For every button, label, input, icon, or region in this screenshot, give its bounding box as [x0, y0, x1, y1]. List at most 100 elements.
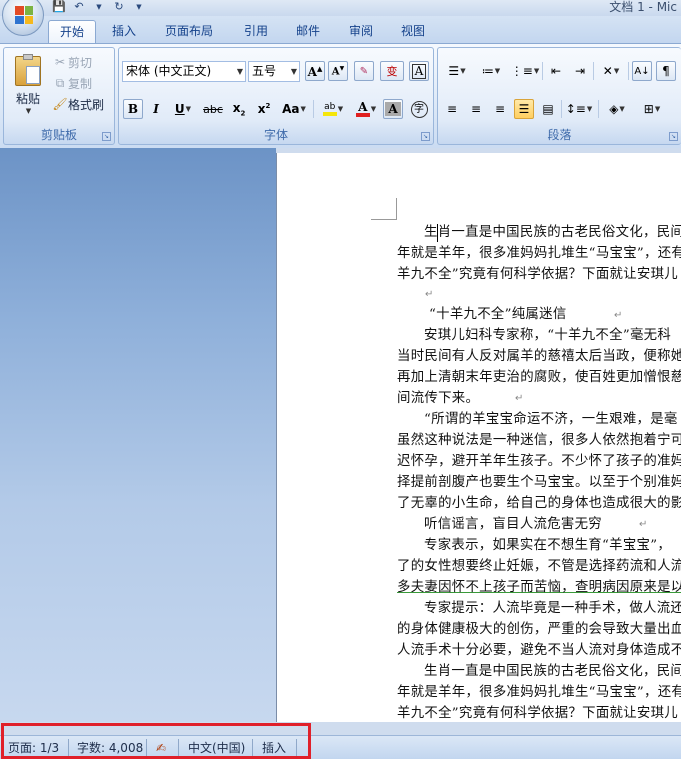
format-painter-label: 格式刷 — [68, 97, 105, 112]
subscript-button[interactable]: x2 — [229, 99, 249, 119]
line-spacing-button[interactable]: ↕≡ ▼ — [564, 99, 594, 119]
distributed-button[interactable]: ▤ — [538, 99, 558, 119]
status-insert-mode[interactable]: 插入 — [262, 740, 286, 756]
chevron-down-icon: ▼ — [290, 67, 297, 76]
enclose-characters-icon: 字 — [410, 100, 428, 118]
italic-button[interactable]: I — [146, 99, 166, 119]
align-center-icon: ≡ — [470, 102, 482, 116]
line-spacing-icon: ↕≡ — [565, 102, 586, 116]
document-page[interactable]: 生肖一直是中国民族的古老民俗文化，民间 年就是羊年，很多准妈妈扎堆生“马宝宝”，… — [276, 153, 681, 722]
proofing-status-icon[interactable]: ✍ — [156, 740, 166, 756]
shrink-font-button[interactable]: A▼ — [328, 61, 348, 81]
tab-mailings[interactable]: 邮件 — [288, 20, 328, 43]
character-border-icon: A — [411, 63, 427, 79]
increase-indent-button[interactable]: ⇥ — [570, 61, 590, 81]
status-word-count[interactable]: 字数: 4,008 — [77, 740, 143, 756]
ribbon: 粘贴 ▼ ✂ 剪切 ⧉ 复制 🖌 格式刷 剪贴板 ↘ 宋体 (中文正文) ▼ 五… — [0, 43, 681, 148]
bold-button[interactable]: B — [123, 99, 143, 119]
save-icon[interactable]: 💾 — [52, 1, 66, 13]
chevron-down-icon: ▼ — [586, 105, 593, 113]
grow-font-button[interactable]: A▲ — [305, 61, 325, 81]
character-border-button[interactable]: A — [409, 61, 429, 81]
copy-button[interactable]: ⧉ 复制 — [52, 74, 92, 92]
font-size-combo[interactable]: 五号 ▼ — [248, 61, 300, 82]
italic-icon: I — [153, 102, 159, 116]
borders-button[interactable]: ⊞ ▼ — [636, 99, 668, 119]
paragraph-dialog-launcher-icon[interactable]: ↘ — [669, 132, 678, 141]
separator — [313, 100, 314, 118]
clear-formatting-button[interactable]: ✎ — [354, 61, 374, 81]
chinese-layout-button[interactable]: ✕ ▼ — [596, 61, 626, 81]
doc-line: 了无辜的小生命，给自己的身体也造成很大的影 — [397, 496, 681, 511]
shading-button[interactable]: ◈ ▼ — [601, 99, 633, 119]
eraser-icon: ✎ — [359, 65, 369, 77]
separator — [178, 739, 179, 757]
tab-view[interactable]: 视图 — [393, 20, 433, 43]
cut-button[interactable]: ✂ 剪切 — [52, 53, 92, 71]
multilevel-list-icon: ⋮≡ — [510, 64, 533, 78]
shrink-font-icon: A▼ — [331, 64, 345, 78]
superscript-icon: x2 — [257, 102, 271, 116]
paste-button[interactable]: 粘贴 ▼ — [8, 52, 48, 118]
copy-label: 复制 — [68, 76, 93, 91]
change-case-button[interactable]: Aa ▼ — [279, 99, 309, 119]
character-shading-button[interactable]: A — [383, 99, 403, 119]
font-dialog-launcher-icon[interactable]: ↘ — [421, 132, 430, 141]
clipboard-group-label: 剪贴板 — [40, 128, 77, 142]
tab-insert[interactable]: 插入 — [104, 20, 144, 43]
chevron-down-icon[interactable]: ▼ — [92, 1, 106, 13]
font-name-combo[interactable]: 宋体 (中文正文) ▼ — [122, 61, 246, 82]
multilevel-list-button[interactable]: ⋮≡ ▼ — [510, 61, 540, 81]
separator — [561, 100, 562, 118]
underline-button[interactable]: U ▼ — [169, 99, 197, 119]
decrease-indent-button[interactable]: ⇤ — [546, 61, 566, 81]
redo-icon[interactable]: ↻ — [112, 1, 126, 13]
doc-line: 专家提示：人流毕竟是一种手术，做人流还 — [424, 601, 681, 616]
numbering-button[interactable]: ≔ ▼ — [476, 61, 506, 81]
clipboard-dialog-launcher-icon[interactable]: ↘ — [102, 132, 111, 141]
tab-home[interactable]: 开始 — [48, 20, 96, 43]
format-painter-button[interactable]: 🖌 格式刷 — [52, 95, 104, 113]
chinese-layout-icon: ✕ — [602, 64, 613, 78]
doc-line: 再加上清朝末年吏治的腐败，使百姓更加憎恨慈 — [397, 370, 681, 385]
undo-icon[interactable]: ↶ — [72, 1, 86, 13]
doc-heading: 听信谣言，盲目人流危害无穷 — [424, 517, 602, 532]
superscript-button[interactable]: x2 — [254, 99, 274, 119]
font-group: 宋体 (中文正文) ▼ 五号 ▼ A▲ A▼ ✎ 变 A B I U ▼ abc … — [118, 47, 434, 145]
align-center-button[interactable]: ≡ — [466, 99, 486, 119]
customize-qat-icon[interactable]: ▼ — [132, 1, 146, 13]
change-case-icon: Aa — [282, 102, 300, 116]
paint-bucket-icon: ◈ — [609, 102, 619, 116]
paragraph-group: ☰ ▼ ≔ ▼ ⋮≡ ▼ ⇤ ⇥ ✕ ▼ A↓ ¶ ≡ ≡ ≡ ☰ ▤ ↕≡ ▼ ◈ ▼ ⊞… — [437, 47, 681, 145]
grow-font-icon: A▲ — [307, 63, 323, 79]
phonetic-guide-icon: 变 — [386, 65, 398, 78]
bullets-button[interactable]: ☰ ▼ — [442, 61, 472, 81]
doc-line: 羊九不全”究竟有何科学依据？下面就让安琪儿 — [397, 706, 678, 721]
font-size-value: 五号 — [252, 64, 277, 78]
doc-line: 人流手术十分必要，避免不当人流对身体造成不 — [397, 643, 681, 658]
align-right-button[interactable]: ≡ — [490, 99, 510, 119]
strikethrough-button[interactable]: abc — [201, 99, 225, 119]
enclose-characters-button[interactable]: 字 — [409, 99, 429, 119]
phonetic-guide-button[interactable]: 变 — [380, 61, 404, 81]
tab-page-layout[interactable]: 页面布局 — [156, 20, 222, 43]
show-hide-marks-button[interactable]: ¶ — [656, 61, 676, 81]
separator — [252, 739, 253, 757]
scissors-icon: ✂ — [54, 55, 66, 69]
font-color-button[interactable]: A ▼ — [351, 99, 381, 119]
text-highlight-button[interactable]: ab ▼ — [317, 99, 349, 119]
tab-review[interactable]: 审阅 — [341, 20, 381, 43]
chevron-down-icon: ▼ — [619, 105, 625, 113]
workspace-background — [0, 148, 276, 722]
sort-icon: A↓ — [634, 65, 650, 77]
align-left-button[interactable]: ≡ — [442, 99, 462, 119]
ribbon-tabs: 开始 插入 页面布局 引用 邮件 审阅 视图 — [0, 16, 681, 43]
tab-references[interactable]: 引用 — [236, 20, 276, 43]
sort-button[interactable]: A↓ — [632, 61, 652, 81]
justify-button[interactable]: ☰ — [514, 99, 534, 119]
title-bar: 💾 ↶ ▼ ↻ ▼ 文档 1 - Mic — [0, 0, 681, 16]
font-group-label: 字体 — [263, 128, 288, 142]
status-language[interactable]: 中文(中国) — [188, 740, 245, 756]
status-page-count[interactable]: 页面: 1/3 — [8, 740, 59, 756]
bullet-list-icon: ☰ — [448, 64, 460, 78]
